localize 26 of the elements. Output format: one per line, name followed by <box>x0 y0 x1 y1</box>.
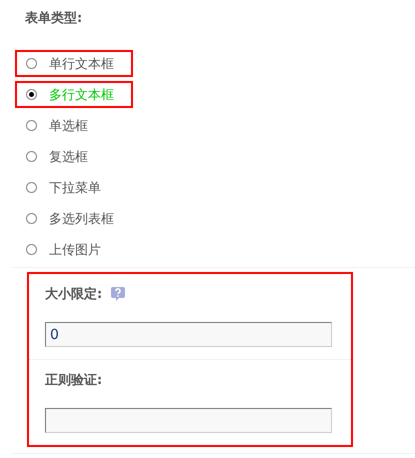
option-label: 单行文本框 <box>49 56 114 72</box>
radio-option[interactable]: 单选框 <box>15 112 133 139</box>
radio-option[interactable]: 多选列表框 <box>15 205 133 232</box>
radio-button[interactable] <box>26 58 37 69</box>
text-field[interactable] <box>45 408 332 433</box>
radio-button[interactable] <box>26 213 37 224</box>
option-label: 单选框 <box>49 118 88 134</box>
text-field[interactable]: 0 <box>45 322 332 347</box>
option-label: 多行文本框 <box>49 86 114 104</box>
field-label: 大小限定: <box>45 286 102 303</box>
highlighted-option[interactable]: 单行文本框 <box>15 50 133 77</box>
option-label: 复选框 <box>49 148 88 166</box>
radio-button[interactable] <box>26 244 37 255</box>
option-label: 多选列表框 <box>49 210 114 228</box>
radio-option[interactable]: 复选框 <box>15 143 133 170</box>
radio-button[interactable] <box>26 151 37 162</box>
option-label: 上传图片 <box>49 242 101 258</box>
radio-button[interactable] <box>26 89 37 100</box>
radio-option[interactable]: 下拉菜单 <box>15 174 133 201</box>
help-icon[interactable] <box>110 286 126 302</box>
radio-option[interactable]: 上传图片 <box>15 236 133 263</box>
field-label: 正则验证: <box>45 372 102 389</box>
option-label: 下拉菜单 <box>49 180 101 196</box>
radio-button[interactable] <box>26 182 37 193</box>
form-type-label: 表单类型: <box>24 10 84 28</box>
radio-button[interactable] <box>26 120 37 131</box>
